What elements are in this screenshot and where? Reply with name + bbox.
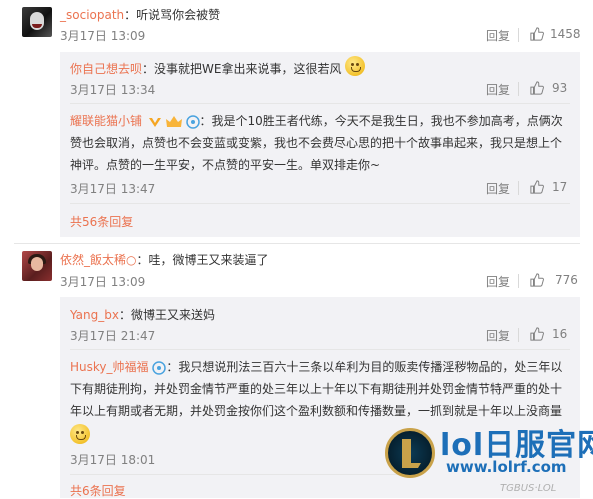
reply-text-line: 年以上有期或者无期，并处罚金按你们这个盈利数额和传播数量，一抓到就是十年以上没商… [70,404,563,418]
reply-text-line: 我是个10胜王者代练，今天不是我生日，我也不参加高考，点俩次 [211,114,563,128]
thumbs-up-icon[interactable] [530,180,544,194]
comment-time: 3月17日 13:09 [60,275,146,289]
comment-text: 哇，微博王又来装逼了 [148,253,269,267]
reply-time: 3月17日 13:47 [70,182,156,196]
reply-button[interactable]: 回复 [486,27,510,44]
crown-badge-icon [165,115,182,129]
reply-author[interactable]: Yang_bx [70,308,119,322]
reply-line: 你自己想去呗：没事就把WE拿出来说事，这很若风 [70,60,341,77]
reply-author[interactable]: 耀联能猫小铺 [70,114,142,128]
avatar[interactable] [22,7,52,37]
watermark-small: TGBUS·LOL [500,483,557,494]
reply-button[interactable]: 回复 [486,81,510,98]
avatar[interactable] [22,251,52,281]
reply-text-line: 神评。点赞的一生平安，不点赞的平安一生。单双排走你~ [70,158,381,172]
comment-author[interactable]: 依然_飯太稀○ [60,253,136,267]
action-divider [518,82,519,96]
reply-line: 耀联能猫小铺 ：我是个10胜王者代练，今天不是我生日，我也不参加高考，点俩次 [70,112,563,129]
vip-badge-icon [148,115,162,129]
reply-button[interactable]: 回复 [486,273,510,290]
reply-text: 没事就把WE拿出来说事，这很若风 [154,62,342,76]
watermark-url: www.lolrf.com [446,458,567,476]
like-count: 776 [555,273,578,287]
reply-time: 3月17日 21:47 [70,329,156,343]
reply-text-line: 赞也会取消，点赞也不会变蓝或变紫，我也不会费尽心思的把十个故事串起来，我只是想上… [70,136,563,150]
reply-button[interactable]: 回复 [486,180,510,197]
comment-separator: ： [124,8,137,22]
comment-line: 依然_飯太稀○：哇，微博王又来装逼了 [60,251,269,268]
reply-text-line: 我只想说刑法三百六十三条以牟利为目的贩卖传播淫秽物品的，处三年以 [178,360,563,374]
reply-button[interactable]: 回复 [486,327,510,344]
reply-divider [70,203,570,204]
reply-divider [70,474,410,475]
action-divider [518,181,519,195]
like-count: 93 [552,81,568,95]
reply-text: 微博王又来送妈 [131,308,216,322]
reply-time: 3月17日 18:01 [70,453,156,467]
thumbs-up-icon[interactable] [530,327,544,341]
reply-divider [70,103,570,104]
comment-line: _sociopath：听说骂你会被赞 [60,6,220,23]
level-badge-icon [185,114,200,129]
reply-divider [70,349,570,350]
thumbs-up-icon[interactable] [530,27,544,41]
comment-author[interactable]: _sociopath [60,8,124,22]
comment-separator: ： [136,253,149,267]
comment-divider [14,243,580,244]
reply-separator: ： [166,360,179,374]
action-divider [518,28,519,42]
comment-time: 3月17日 13:09 [60,29,146,43]
reply-time: 3月17日 13:34 [70,83,156,97]
reply-separator: ： [199,114,212,128]
action-divider [518,328,519,342]
reply-author[interactable]: Husky_帅福福 [70,360,149,374]
more-replies-link[interactable]: 共6条回复 [70,482,126,499]
lol-logo [385,428,435,478]
reply-separator: ： [142,62,155,76]
comment-text: 听说骂你会被赞 [136,8,221,22]
thumbs-up-icon[interactable] [530,273,544,287]
action-divider [518,274,519,288]
reply-author[interactable]: 你自己想去呗 [70,62,142,76]
smile-emoji-icon [345,56,365,76]
reply-line: Husky_帅福福 ：我只想说刑法三百六十三条以牟利为目的贩卖传播淫秽物品的，处… [70,358,562,375]
reply-line: Yang_bx：微博王又来送妈 [70,306,215,323]
like-count: 17 [552,180,568,194]
smile-emoji-icon [70,424,90,444]
reply-text-line: 下有期徒刑拘，并处罚金情节严重的处三年以上十年以下有期徒刑并处罚金情节特严重的处… [70,382,563,396]
reply-separator: ： [118,308,131,322]
more-replies-link[interactable]: 共56条回复 [70,213,133,230]
level-badge-icon [152,360,167,375]
like-count: 16 [552,327,568,341]
thumbs-up-icon[interactable] [530,81,544,95]
like-count: 1458 [550,27,581,41]
